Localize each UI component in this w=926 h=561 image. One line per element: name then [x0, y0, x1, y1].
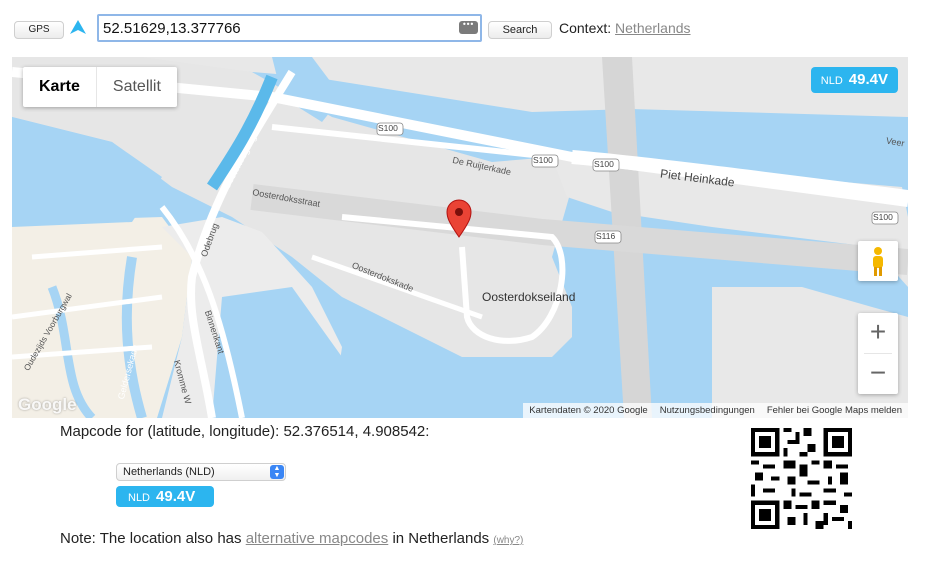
- map-label-island: Oosterdokseiland: [482, 290, 576, 304]
- gps-button[interactable]: GPS: [14, 21, 64, 39]
- terms-link[interactable]: Nutzungsbedingungen: [660, 403, 755, 418]
- badge-code: 49.4V: [848, 71, 888, 88]
- context-info: Context: Netherlands: [559, 20, 691, 36]
- pegman-icon: [873, 247, 883, 276]
- zoom-control: + −: [858, 313, 898, 394]
- coordinates-input[interactable]: [103, 18, 443, 38]
- qr-code-icon: [751, 428, 852, 529]
- coordinates-search-field[interactable]: [97, 14, 482, 42]
- road-label-s100: S100: [594, 159, 614, 169]
- map-attribution: Kartendaten © 2020 Google Nutzungsbeding…: [523, 403, 908, 418]
- map-data-credit: Kartendaten © 2020 Google: [529, 405, 648, 416]
- context-label: Context:: [559, 20, 612, 36]
- zoom-out-button[interactable]: −: [858, 354, 898, 394]
- select-arrows-icon: ▲ ▼: [270, 465, 284, 479]
- mapcode-heading: Mapcode for (latitude, longitude): 52.37…: [60, 423, 430, 440]
- keyboard-icon[interactable]: [459, 20, 478, 34]
- note-suffix: in Netherlands: [392, 530, 490, 547]
- note-prefix: Note: The location also has: [60, 530, 242, 547]
- map-mapcode-badge: NLD 49.4V: [810, 67, 898, 93]
- map-type-satellit[interactable]: Satellit: [97, 67, 177, 107]
- context-link[interactable]: Netherlands: [615, 20, 691, 36]
- street-view-button[interactable]: [858, 241, 898, 281]
- navigation-arrow-icon[interactable]: [69, 19, 87, 35]
- road-label-s100: S100: [533, 155, 553, 165]
- alternative-mapcodes-link[interactable]: alternative mapcodes: [246, 530, 389, 547]
- result-badge-code: 49.4V: [156, 488, 196, 505]
- why-link[interactable]: (why?): [493, 535, 523, 546]
- result-badge-territory: NLD: [128, 492, 151, 504]
- top-toolbar: GPS Search Context: Netherlands: [0, 0, 926, 56]
- zoom-in-button[interactable]: +: [858, 313, 898, 353]
- road-label-s100: S100: [873, 212, 893, 222]
- map-type-karte[interactable]: Karte: [23, 67, 97, 107]
- road-label-s116: S116: [596, 231, 616, 241]
- search-button[interactable]: Search: [488, 21, 552, 39]
- map-view[interactable]: S100 S100 S100 S100 S116 Oosterdokseilan…: [12, 57, 908, 418]
- google-logo: Google: [18, 395, 77, 414]
- map-type-control: Karte Satellit: [23, 67, 177, 107]
- map-canvas[interactable]: [12, 57, 908, 418]
- note-text: Note: The location also has alternative …: [60, 530, 523, 547]
- report-error-link[interactable]: Fehler bei Google Maps melden: [767, 403, 902, 418]
- result-mapcode-badge[interactable]: NLD 49.4V: [116, 486, 214, 507]
- road-label-s100: S100: [378, 123, 398, 133]
- territory-select[interactable]: Netherlands (NLD) ▲ ▼: [116, 463, 286, 481]
- badge-territory: NLD: [820, 75, 843, 87]
- territory-select-value: Netherlands (NLD): [123, 466, 215, 478]
